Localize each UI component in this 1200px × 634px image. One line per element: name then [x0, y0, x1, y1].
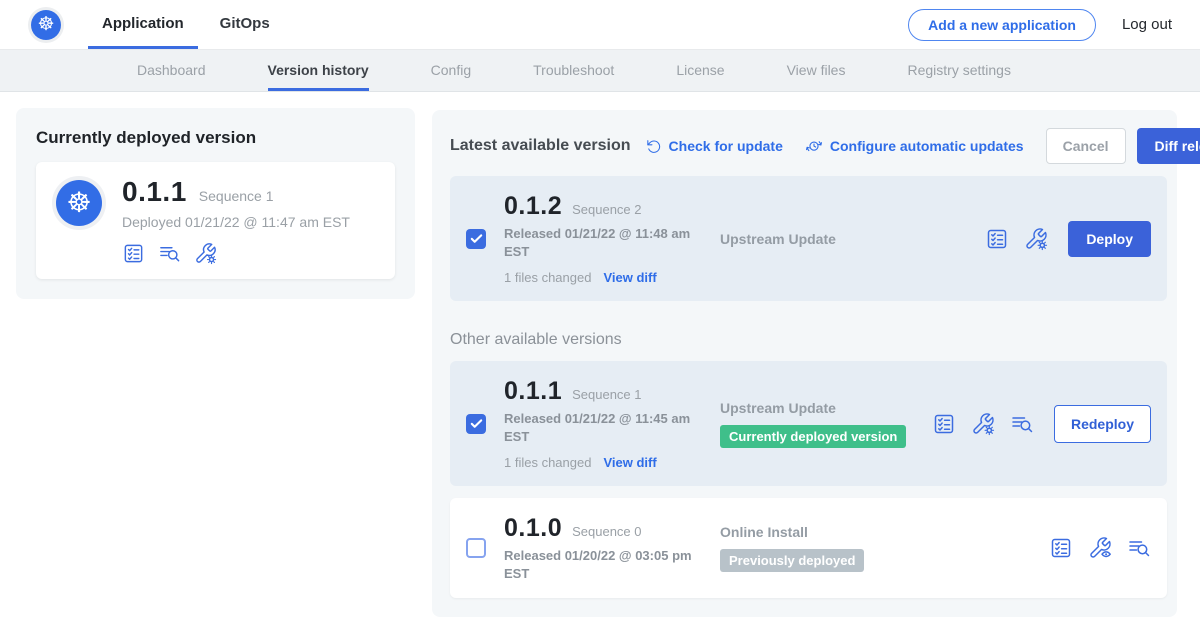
preflight-checklist-icon[interactable]	[985, 227, 1009, 251]
sequence-label: Sequence 2	[572, 202, 641, 217]
subnav-item-registry-settings[interactable]: Registry settings	[907, 50, 1010, 91]
diff-releases-button[interactable]: Diff releases	[1137, 128, 1200, 164]
deployed-version-number: 0.1.1	[122, 176, 187, 208]
other-versions-title: Other available versions	[450, 331, 1167, 349]
files-changed-label: 1 files changed	[504, 455, 591, 470]
deployed-version-card: ☸ 0.1.1 Sequence 1 Deployed 01/21/22 @ 1…	[36, 162, 395, 279]
cancel-button[interactable]: Cancel	[1046, 128, 1126, 164]
version-row-0-1-1: 0.1.1 Sequence 1 Released 01/21/22 @ 11:…	[450, 361, 1167, 486]
app-tabs: Application GitOps	[88, 0, 292, 49]
files-changed-label: 1 files changed	[504, 270, 591, 285]
deployed-app-logo: ☸	[52, 176, 106, 230]
currently-deployed-card: Currently deployed version ☸ 0.1.1 Seque…	[16, 108, 415, 299]
view-logs-icon[interactable]	[1127, 536, 1151, 560]
check-for-update-label: Check for update	[669, 138, 783, 154]
tab-gitops-label: GitOps	[220, 15, 270, 32]
subnav-item-version-history[interactable]: Version history	[268, 50, 369, 91]
released-timestamp: Released 01/21/22 @ 11:48 am EST	[504, 225, 704, 260]
preflight-checklist-icon[interactable]	[1049, 536, 1073, 560]
version-info: 0.1.0 Sequence 0 Released 01/20/22 @ 03:…	[504, 514, 716, 582]
version-source: Upstream Update Currently deployed versi…	[720, 400, 906, 448]
version-number: 0.1.0	[504, 514, 562, 543]
main-content: Currently deployed version ☸ 0.1.1 Seque…	[0, 92, 1200, 633]
refresh-icon	[645, 138, 662, 155]
released-timestamp: Released 01/20/22 @ 03:05 pm EST	[504, 547, 704, 582]
version-actions: Redeploy	[932, 405, 1151, 443]
tab-application[interactable]: Application	[88, 0, 198, 49]
check-icon	[469, 231, 484, 246]
version-source: Online Install Previously deployed	[720, 524, 864, 572]
configure-updates-link[interactable]: Configure automatic updates	[805, 137, 1024, 155]
version-source: Upstream Update	[720, 231, 836, 247]
version-checkbox[interactable]	[466, 538, 486, 558]
version-actions: Deploy	[985, 221, 1151, 257]
currently-deployed-title: Currently deployed version	[36, 128, 395, 148]
version-checkbox[interactable]	[466, 229, 486, 249]
top-navigation: ☸ Application GitOps Add a new applicati…	[0, 0, 1200, 50]
latest-available-title: Latest available version	[450, 137, 631, 155]
preflight-checklist-icon[interactable]	[122, 242, 145, 265]
source-label: Upstream Update	[720, 231, 836, 247]
check-for-update-link[interactable]: Check for update	[645, 138, 783, 155]
config-wrench-icon[interactable]	[194, 242, 217, 265]
tab-gitops[interactable]: GitOps	[206, 0, 284, 49]
kubernetes-wheel-icon: ☸	[31, 10, 61, 40]
currently-deployed-badge: Currently deployed version	[720, 425, 906, 448]
previously-deployed-badge: Previously deployed	[720, 549, 864, 572]
version-history-panel: Latest available version Check for updat…	[432, 110, 1177, 617]
preflight-checklist-icon[interactable]	[932, 412, 956, 436]
app-logo: ☸	[28, 7, 64, 43]
subnav-item-view-files[interactable]: View files	[787, 50, 846, 91]
redeploy-button[interactable]: Redeploy	[1054, 405, 1151, 443]
logout-link[interactable]: Log out	[1122, 16, 1172, 33]
subnav-item-troubleshoot[interactable]: Troubleshoot	[533, 50, 614, 91]
view-diff-link[interactable]: View diff	[603, 455, 656, 470]
source-label: Online Install	[720, 524, 864, 540]
version-number: 0.1.1	[504, 377, 562, 406]
version-row-0-1-2: 0.1.2 Sequence 2 Released 01/21/22 @ 11:…	[450, 176, 1167, 301]
topnav-spacer	[292, 0, 908, 49]
source-label: Upstream Update	[720, 400, 906, 416]
deployed-version-details: 0.1.1 Sequence 1 Deployed 01/21/22 @ 11:…	[122, 176, 350, 265]
panel-header: Latest available version Check for updat…	[450, 128, 1167, 164]
sequence-label: Sequence 1	[572, 387, 641, 402]
view-config-icon[interactable]	[1088, 536, 1112, 560]
version-number: 0.1.2	[504, 192, 562, 221]
deploy-button[interactable]: Deploy	[1068, 221, 1151, 257]
sequence-label: Sequence 0	[572, 524, 641, 539]
version-checkbox[interactable]	[466, 414, 486, 434]
add-application-button[interactable]: Add a new application	[908, 9, 1096, 41]
version-info: 0.1.2 Sequence 2 Released 01/21/22 @ 11:…	[504, 192, 716, 285]
subnav-item-license[interactable]: License	[676, 50, 724, 91]
version-row-0-1-0: 0.1.0 Sequence 0 Released 01/20/22 @ 03:…	[450, 498, 1167, 598]
check-icon	[469, 416, 484, 431]
tab-application-label: Application	[102, 15, 184, 32]
view-diff-link[interactable]: View diff	[603, 270, 656, 285]
kubernetes-wheel-icon: ☸	[56, 180, 102, 226]
configure-updates-label: Configure automatic updates	[830, 138, 1024, 154]
released-timestamp: Released 01/21/22 @ 11:45 am EST	[504, 410, 704, 445]
app-subnav: Dashboard Version history Config Trouble…	[0, 50, 1200, 92]
version-info: 0.1.1 Sequence 1 Released 01/21/22 @ 11:…	[504, 377, 716, 470]
subnav-item-config[interactable]: Config	[431, 50, 471, 91]
view-logs-icon[interactable]	[1010, 412, 1034, 436]
config-wrench-icon[interactable]	[971, 412, 995, 436]
deployed-sequence-label: Sequence 1	[199, 188, 274, 204]
deployed-timestamp: Deployed 01/21/22 @ 11:47 am EST	[122, 214, 350, 230]
view-logs-icon[interactable]	[158, 242, 181, 265]
config-wrench-icon[interactable]	[1024, 227, 1048, 251]
subnav-item-dashboard[interactable]: Dashboard	[137, 50, 206, 91]
version-actions	[1049, 536, 1151, 560]
clock-refresh-icon	[805, 137, 823, 155]
